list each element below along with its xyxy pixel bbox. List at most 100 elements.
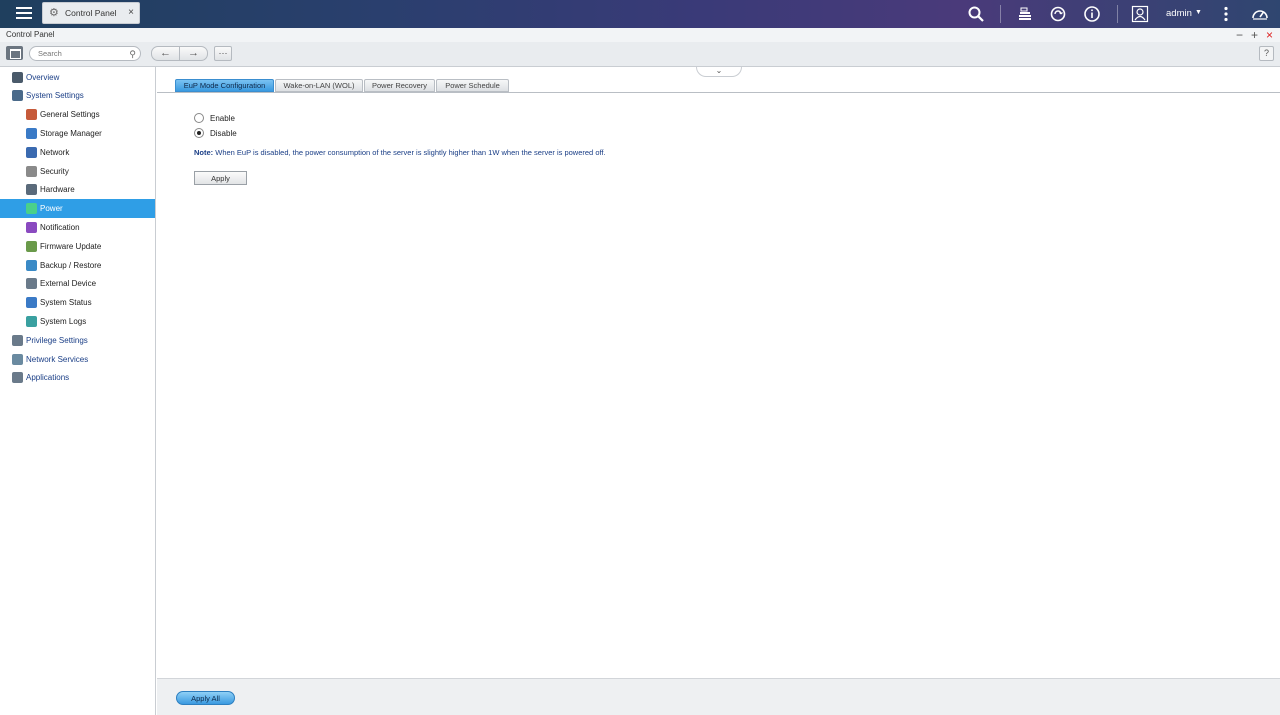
monitor-icon — [26, 297, 37, 309]
dashboard-icon[interactable] — [1251, 5, 1269, 23]
disable-radio[interactable] — [194, 128, 204, 138]
note-text: When EuP is disabled, the power consumpt… — [213, 148, 606, 157]
sidebar-item-label: System Status — [40, 298, 92, 308]
sidebar-item-label: System Settings — [26, 91, 84, 101]
tab-wake-on-lan[interactable]: Wake-on-LAN (WOL) — [275, 79, 363, 92]
applications-icon — [12, 372, 23, 384]
top-bar: ⚙ Control Panel × admin ▼ — [0, 0, 1280, 28]
globe-icon — [12, 353, 23, 365]
sidebar-item-network[interactable]: Network — [0, 143, 155, 162]
chevron-down-icon[interactable]: ▼ — [1195, 9, 1202, 16]
sidebar: Overview System Settings General Settings S… — [0, 67, 156, 715]
sidebar-item-power[interactable]: Power — [0, 199, 155, 219]
tab-power-recovery[interactable]: Power Recovery — [364, 79, 435, 92]
sidebar-item-overview[interactable]: Overview — [0, 68, 155, 87]
app-tab-label: Control Panel — [65, 8, 117, 18]
user-icon — [12, 334, 23, 346]
back-button[interactable]: ← — [151, 46, 180, 61]
external-device-icon — [26, 278, 37, 290]
sidebar-item-label: Applications — [26, 373, 70, 383]
sync-icon[interactable] — [1049, 5, 1067, 23]
sidebar-item-label: Firmware Update — [40, 241, 102, 251]
sidebar-item-backup-restore[interactable]: Backup / Restore — [0, 256, 155, 275]
tab-eup-mode-configuration[interactable]: EuP Mode Configuration — [175, 79, 274, 92]
search-icon[interactable] — [967, 5, 985, 23]
sidebar-item-label: Hardware — [40, 185, 75, 195]
network-icon — [26, 146, 37, 158]
info-icon[interactable] — [1083, 5, 1101, 23]
help-button[interactable]: ? — [1259, 46, 1274, 61]
backup-icon — [26, 259, 37, 271]
sidebar-item-label: Notification — [40, 222, 80, 232]
tab-divider — [157, 92, 1280, 93]
sidebar-item-label: Privilege Settings — [26, 335, 88, 345]
apply-all-button[interactable]: Apply All — [176, 691, 235, 705]
sidebar-item-external-device[interactable]: External Device — [0, 274, 155, 293]
grid-view-icon[interactable]: ⋯ — [214, 46, 232, 61]
close-icon[interactable]: × — [1266, 28, 1273, 42]
sidebar-item-system-logs[interactable]: System Logs — [0, 312, 155, 331]
user-icon[interactable] — [1131, 5, 1149, 23]
gear-icon — [12, 90, 23, 102]
sidebar-item-label: Storage Manager — [40, 128, 102, 138]
chevron-down-icon[interactable]: ⌄ — [696, 67, 742, 77]
hamburger-menu-icon[interactable] — [14, 4, 34, 22]
sidebar-item-hardware[interactable]: Hardware — [0, 180, 155, 199]
sidebar-item-label: Network — [40, 147, 70, 157]
sidebar-item-network-services[interactable]: Network Services — [0, 350, 155, 369]
overview-icon — [12, 71, 23, 83]
window-title-bar: Control Panel − + × — [0, 28, 1280, 42]
sidebar-item-label: Network Services — [26, 354, 89, 364]
firmware-icon — [26, 240, 37, 252]
enable-radio[interactable] — [194, 113, 204, 123]
eup-note: Note: When EuP is disabled, the power co… — [194, 148, 606, 157]
general-settings-icon — [26, 109, 37, 121]
sidebar-item-notification[interactable]: Notification — [0, 218, 155, 237]
home-icon[interactable] — [6, 46, 23, 60]
divider — [1117, 5, 1118, 23]
more-icon[interactable] — [1217, 5, 1235, 23]
notification-icon — [26, 221, 37, 233]
sidebar-item-security[interactable]: Security — [0, 162, 155, 181]
sidebar-item-storage-manager[interactable]: Storage Manager — [0, 124, 155, 143]
main-content: ⌄ EuP Mode Configuration Wake-on-LAN (WO… — [157, 67, 1280, 678]
search-box[interactable]: ⚲ — [29, 46, 141, 61]
hardware-icon — [26, 184, 37, 196]
logs-icon — [26, 315, 37, 327]
footer: Apply All — [157, 678, 1280, 715]
sidebar-item-firmware-update[interactable]: Firmware Update — [0, 237, 155, 256]
minimize-icon[interactable]: − — [1236, 28, 1243, 42]
sidebar-item-label: Overview — [26, 72, 60, 82]
sidebar-item-system-status[interactable]: System Status — [0, 293, 155, 312]
sidebar-item-applications[interactable]: Applications — [0, 368, 155, 387]
search-icon[interactable]: ⚲ — [129, 49, 136, 60]
sidebar-item-general-settings[interactable]: General Settings — [0, 105, 155, 124]
note-prefix: Note: — [194, 148, 214, 157]
stack-icon[interactable] — [1016, 5, 1034, 23]
divider — [1000, 5, 1001, 23]
lock-icon — [26, 165, 37, 177]
toolbar: ⚲ ← → ⋯ ? — [0, 42, 1280, 67]
sidebar-item-label: Power — [40, 204, 63, 214]
apply-button[interactable]: Apply — [194, 171, 247, 185]
sidebar-item-system-settings[interactable]: System Settings — [0, 86, 155, 105]
storage-icon — [26, 127, 37, 139]
disable-label: Disable — [210, 129, 237, 138]
enable-label: Enable — [210, 114, 235, 123]
sidebar-item-label: Security — [40, 166, 69, 176]
search-input[interactable] — [38, 48, 128, 59]
sidebar-item-label: General Settings — [40, 110, 100, 120]
forward-button[interactable]: → — [179, 46, 208, 61]
gear-icon: ⚙ — [49, 7, 59, 19]
user-name[interactable]: admin — [1166, 8, 1192, 19]
maximize-icon[interactable]: + — [1251, 28, 1258, 42]
sidebar-item-label: Backup / Restore — [40, 260, 102, 270]
sidebar-item-privilege-settings[interactable]: Privilege Settings — [0, 331, 155, 350]
window-title: Control Panel — [6, 30, 55, 39]
close-icon[interactable]: × — [128, 8, 134, 18]
tab-power-schedule[interactable]: Power Schedule — [436, 79, 509, 92]
sidebar-item-label: External Device — [40, 279, 97, 289]
power-icon — [26, 203, 37, 215]
app-tab-control-panel[interactable]: ⚙ Control Panel × — [42, 2, 140, 24]
sidebar-item-label: System Logs — [40, 316, 87, 326]
